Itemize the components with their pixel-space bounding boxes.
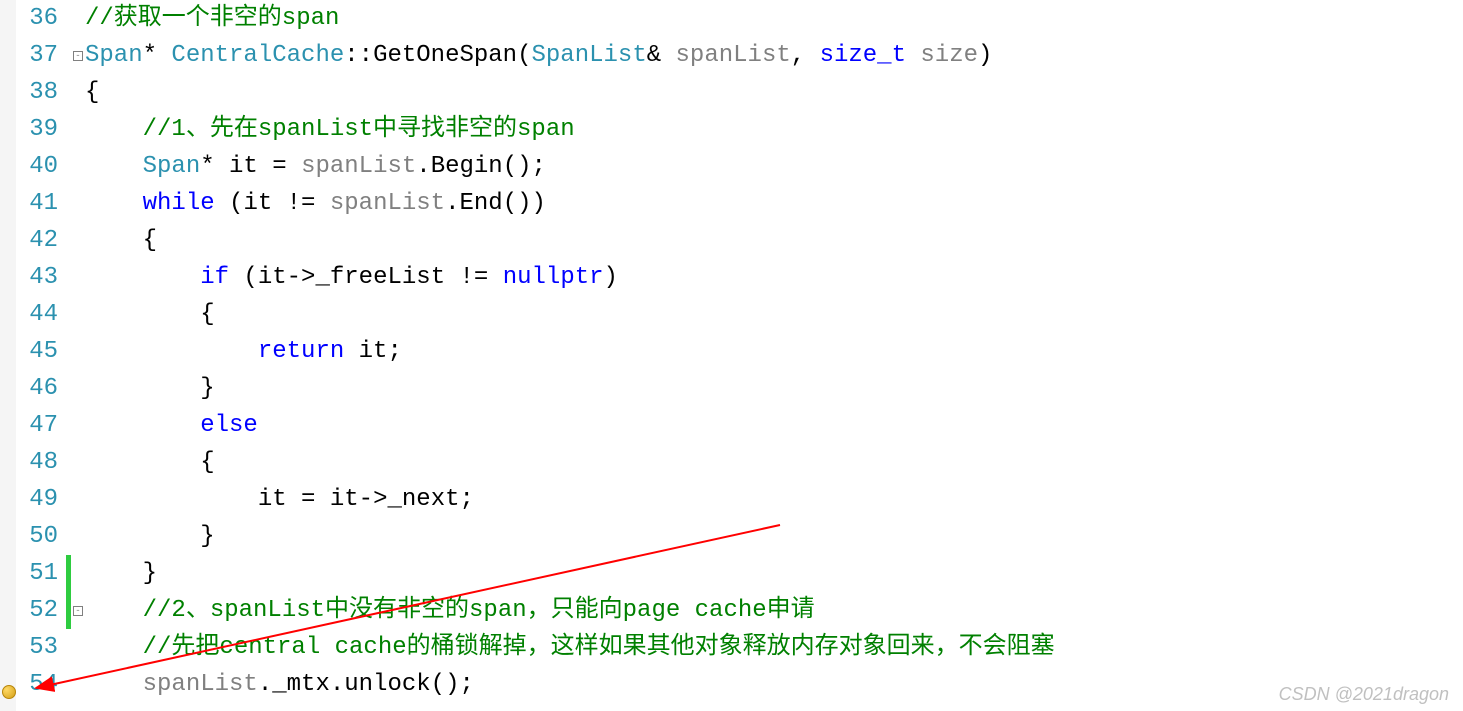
fold-cell [71, 185, 85, 222]
line-number: 54 [16, 666, 58, 703]
line-number: 52 [16, 592, 58, 629]
line-number: 43 [16, 259, 58, 296]
fold-cell [71, 666, 85, 703]
fold-cell [71, 444, 85, 481]
code-line[interactable]: { [85, 74, 1463, 111]
line-number: 38 [16, 74, 58, 111]
line-number: 48 [16, 444, 58, 481]
fold-cell [71, 222, 85, 259]
line-number: 41 [16, 185, 58, 222]
code-line[interactable]: { [85, 296, 1463, 333]
line-number: 44 [16, 296, 58, 333]
fold-cell [71, 407, 85, 444]
line-number: 46 [16, 370, 58, 407]
line-number: 37 [16, 37, 58, 74]
line-number: 40 [16, 148, 58, 185]
code-editor[interactable]: 36373839404142434445464748495051525354 -… [0, 0, 1463, 711]
line-number: 45 [16, 333, 58, 370]
code-line[interactable]: Span* CentralCache::GetOneSpan(SpanList&… [85, 37, 1463, 74]
line-number: 50 [16, 518, 58, 555]
fold-column[interactable]: -- [71, 0, 85, 711]
fold-cell [71, 333, 85, 370]
fold-cell [71, 0, 85, 37]
fold-cell [71, 74, 85, 111]
code-line[interactable]: it = it->_next; [85, 481, 1463, 518]
code-line[interactable]: //获取一个非空的span [85, 0, 1463, 37]
fold-cell [71, 259, 85, 296]
code-line[interactable]: //1、先在spanList中寻找非空的span [85, 111, 1463, 148]
margin-column [0, 0, 16, 711]
line-number-gutter: 36373839404142434445464748495051525354 [16, 0, 66, 711]
code-line[interactable]: return it; [85, 333, 1463, 370]
line-number: 51 [16, 555, 58, 592]
breakpoint-icon[interactable] [2, 685, 16, 699]
fold-cell [71, 518, 85, 555]
fold-cell[interactable]: - [71, 37, 85, 74]
code-line[interactable]: if (it->_freeList != nullptr) [85, 259, 1463, 296]
line-number: 39 [16, 111, 58, 148]
code-line[interactable]: } [85, 555, 1463, 592]
line-number: 42 [16, 222, 58, 259]
code-area[interactable]: //获取一个非空的spanSpan* CentralCache::GetOneS… [85, 0, 1463, 711]
line-number: 53 [16, 629, 58, 666]
code-line[interactable]: } [85, 370, 1463, 407]
code-line[interactable]: spanList._mtx.unlock(); [85, 666, 1463, 703]
code-line[interactable]: } [85, 518, 1463, 555]
code-line[interactable]: Span* it = spanList.Begin(); [85, 148, 1463, 185]
fold-cell [71, 370, 85, 407]
collapse-icon[interactable]: - [73, 51, 83, 61]
fold-cell [71, 481, 85, 518]
fold-cell [71, 111, 85, 148]
line-number: 47 [16, 407, 58, 444]
fold-cell [71, 629, 85, 666]
collapse-icon[interactable]: - [73, 606, 83, 616]
fold-cell [71, 555, 85, 592]
line-number: 36 [16, 0, 58, 37]
code-line[interactable]: while (it != spanList.End()) [85, 185, 1463, 222]
fold-cell [71, 148, 85, 185]
code-line[interactable]: //先把central cache的桶锁解掉，这样如果其他对象释放内存对象回来，… [85, 629, 1463, 666]
watermark: CSDN @2021dragon [1279, 684, 1449, 705]
code-line[interactable]: { [85, 444, 1463, 481]
code-line[interactable]: { [85, 222, 1463, 259]
fold-cell[interactable]: - [71, 592, 85, 629]
code-line[interactable]: //2、spanList中没有非空的span，只能向page cache申请 [85, 592, 1463, 629]
code-line[interactable]: else [85, 407, 1463, 444]
line-number: 49 [16, 481, 58, 518]
fold-cell [71, 296, 85, 333]
